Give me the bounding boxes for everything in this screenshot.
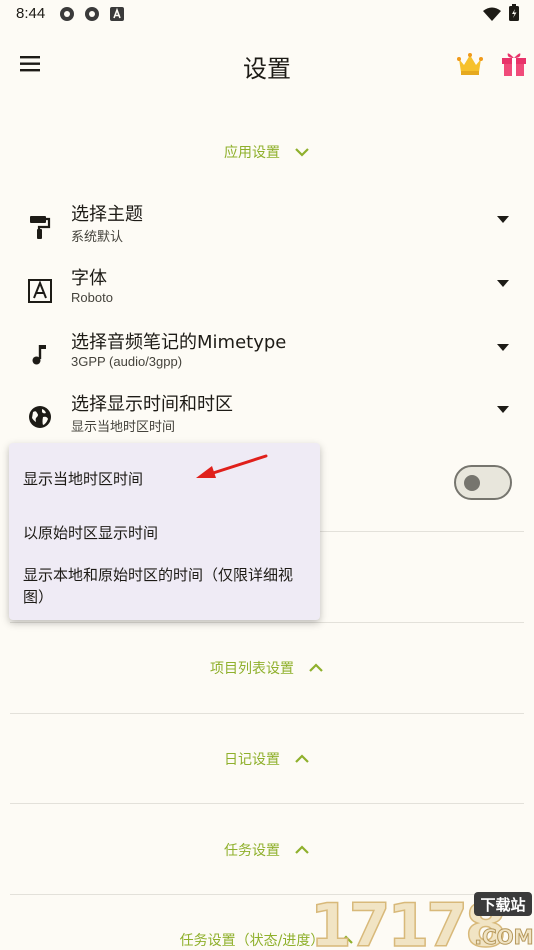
- chevron-down-icon: [295, 148, 309, 157]
- dropdown-option-original-time[interactable]: 以原始时区显示时间: [23, 522, 313, 544]
- section-project-list-label: 项目列表设置: [210, 661, 294, 677]
- time-zone-dropdown-menu: 显示当地时区时间 以原始时区显示时间 显示本地和原始时区的时间（仅限详细视图）: [9, 443, 320, 620]
- section-task-label: 任务设置: [224, 843, 280, 859]
- dropdown-arrow-icon: [497, 344, 509, 351]
- dropdown-arrow-icon: [497, 280, 509, 287]
- app-notification-icon-2: [85, 7, 99, 21]
- status-bar: 8:44: [0, 0, 534, 28]
- gift-icon[interactable]: [499, 48, 529, 78]
- section-task-status-label: 任务设置（状态/进度）: [179, 933, 325, 949]
- globe-icon: [29, 406, 51, 428]
- divider: [10, 803, 524, 804]
- setting-theme-title: 选择主题: [71, 204, 143, 225]
- setting-font-title: 字体: [71, 268, 107, 289]
- page-title: 设置: [243, 55, 291, 83]
- section-task-settings[interactable]: 任务设置: [0, 840, 534, 860]
- divider: [10, 622, 524, 623]
- battery-icon: [509, 4, 519, 21]
- dropdown-arrow-icon: [497, 406, 509, 413]
- setting-font[interactable]: 字体 Roboto: [0, 264, 534, 320]
- crown-icon[interactable]: [456, 50, 484, 78]
- section-project-list-settings[interactable]: 项目列表设置: [0, 658, 534, 678]
- red-arrow-annotation: [196, 454, 268, 478]
- section-app-settings[interactable]: 应用设置: [0, 142, 534, 162]
- section-diary-settings[interactable]: 日记设置: [0, 749, 534, 769]
- setting-font-value: Roboto: [71, 290, 113, 305]
- chevron-up-icon: [309, 663, 323, 672]
- section-diary-label: 日记设置: [224, 752, 280, 768]
- chevron-up-icon: [295, 845, 309, 854]
- paint-roller-icon: [30, 216, 51, 239]
- music-note-icon: [32, 345, 46, 365]
- setting-time-zone-title: 选择显示时间和时区: [71, 394, 233, 415]
- status-time: 8:44: [16, 5, 46, 22]
- setting-theme[interactable]: 选择主题 系统默认: [0, 200, 534, 256]
- toggle-switch[interactable]: [454, 465, 512, 500]
- a-notification-icon: [110, 7, 124, 21]
- setting-audio-mimetype-title: 选择音频笔记的Mimetype: [71, 332, 287, 353]
- dropdown-option-both-times[interactable]: 显示本地和原始时区的时间（仅限详细视图）: [23, 564, 313, 608]
- setting-theme-value: 系统默认: [71, 229, 124, 244]
- chevron-up-icon: [295, 754, 309, 763]
- dropdown-arrow-icon: [497, 216, 509, 223]
- divider: [10, 713, 524, 714]
- svg-text:下载站: 下载站: [480, 896, 525, 914]
- font-icon: [28, 279, 52, 303]
- setting-time-zone-value: 显示当地时区时间: [71, 419, 176, 434]
- wifi-icon: [483, 7, 501, 21]
- setting-audio-mimetype-value: 3GPP (audio/3gpp): [71, 354, 183, 369]
- site-watermark-logo: 17178 下载站 .COM: [309, 890, 534, 950]
- section-app-settings-label: 应用设置: [224, 145, 280, 161]
- setting-audio-mimetype[interactable]: 选择音频笔记的Mimetype 3GPP (audio/3gpp): [0, 328, 534, 384]
- setting-time-zone[interactable]: 选择显示时间和时区 显示当地时区时间: [0, 390, 534, 446]
- svg-text:.COM: .COM: [474, 925, 533, 949]
- app-bar: 设置: [0, 34, 534, 94]
- toggle-knob: [464, 475, 480, 491]
- app-notification-icon: [60, 7, 74, 21]
